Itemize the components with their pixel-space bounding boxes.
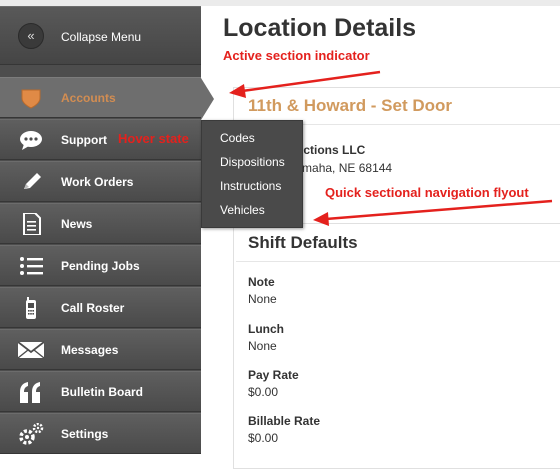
flyout-item-instructions[interactable]: Instructions	[220, 179, 281, 193]
support-flyout-menu: Codes Dispositions Instructions Vehicles	[201, 120, 303, 228]
envelope-icon	[18, 341, 44, 359]
sidebar-item-pending-jobs[interactable]: Pending Jobs	[0, 245, 201, 286]
annotation-hover-state: Hover state	[118, 131, 189, 146]
sidebar-item-work-orders[interactable]: Work Orders	[0, 161, 201, 202]
collapse-menu-label: Collapse Menu	[61, 30, 142, 44]
sidebar-item-label: Bulletin Board	[61, 385, 144, 399]
shift-defaults-panel: Shift Defaults Note None Lunch None Pay …	[236, 223, 560, 464]
sidebar-item-label: Settings	[61, 427, 109, 441]
billable-rate-value: $0.00	[248, 431, 279, 445]
collapse-menu-button[interactable]: « Collapse Menu	[0, 6, 201, 65]
flyout-item-vehicles[interactable]: Vehicles	[220, 203, 265, 217]
quote-icon	[20, 382, 40, 403]
main-content: Location Details 11th & Howard - Set Doo…	[201, 6, 560, 469]
page-title: Location Details	[223, 14, 417, 42]
phone-icon	[26, 297, 36, 319]
sidebar: « Collapse Menu Accounts Support Work Or…	[0, 6, 201, 454]
sidebar-item-label: Messages	[61, 343, 119, 357]
annotation-active-section: Active section indicator	[223, 48, 370, 63]
gears-icon	[19, 423, 44, 445]
location-name: 11th & Howard - Set Door	[248, 96, 453, 115]
sidebar-item-label: Pending Jobs	[61, 259, 140, 273]
sidebar-item-bulletin-board[interactable]: Bulletin Board	[0, 371, 201, 412]
note-value: None	[248, 292, 277, 306]
pay-rate-value: $0.00	[248, 385, 279, 399]
pencil-icon	[24, 173, 41, 189]
collapse-icon: «	[18, 23, 44, 49]
sidebar-item-label: News	[61, 217, 93, 231]
sidebar-item-call-roster[interactable]: Call Roster	[0, 287, 201, 328]
flyout-item-dispositions[interactable]: Dispositions	[220, 155, 285, 169]
list-icon	[20, 257, 43, 275]
lunch-label: Lunch	[248, 322, 284, 336]
flyout-item-codes[interactable]: Codes	[220, 131, 255, 145]
sidebar-item-label: Support	[61, 133, 107, 147]
sidebar-item-news[interactable]: News	[0, 203, 201, 244]
chat-bubble-icon	[20, 131, 42, 150]
document-icon	[23, 213, 41, 235]
shift-defaults-title: Shift Defaults	[248, 233, 358, 252]
sidebar-item-messages[interactable]: Messages	[0, 329, 201, 370]
sidebar-item-label: Accounts	[61, 91, 116, 105]
divider	[236, 261, 560, 262]
sidebar-item-label: Work Orders	[61, 175, 134, 189]
note-label: Note	[248, 275, 275, 289]
sidebar-item-label: Call Roster	[61, 301, 125, 315]
billable-rate-label: Billable Rate	[248, 414, 321, 428]
shield-icon	[21, 89, 41, 109]
annotation-flyout-nav: Quick sectional navigation flyout	[325, 185, 529, 200]
lunch-value: None	[248, 339, 277, 353]
sidebar-item-accounts[interactable]: Accounts	[0, 77, 201, 118]
pay-rate-label: Pay Rate	[248, 368, 299, 382]
sidebar-item-settings[interactable]: Settings	[0, 413, 201, 454]
